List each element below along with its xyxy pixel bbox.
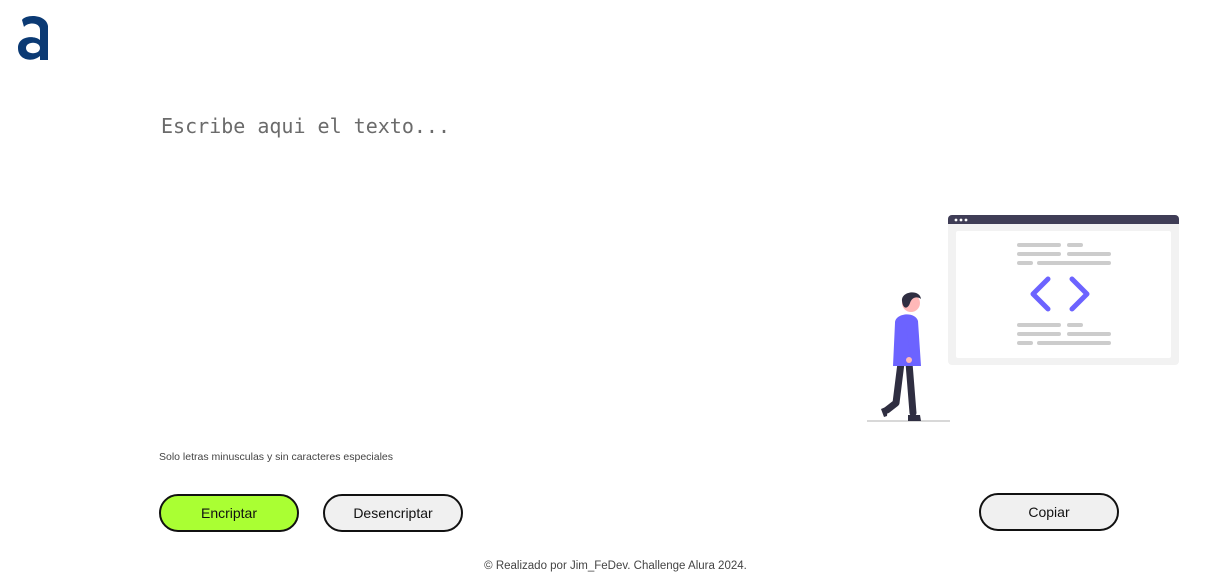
input-hint: Solo letras minusculas y sin caracteres … xyxy=(159,451,394,463)
person-code-illustration xyxy=(867,215,1179,422)
browser-titlebar xyxy=(948,215,1179,224)
copy-button[interactable]: Copiar xyxy=(979,493,1119,531)
app-page: Solo letras minusculas y sin caracteres … xyxy=(0,0,1231,577)
decrypt-button[interactable]: Desencriptar xyxy=(323,494,463,532)
encrypt-button[interactable]: Encriptar xyxy=(159,494,299,532)
walking-person xyxy=(881,292,921,421)
browser-content xyxy=(956,231,1171,358)
alura-logo-icon xyxy=(18,16,48,60)
text-input[interactable] xyxy=(157,108,847,428)
footer-credit: © Realizado por Jim_FeDev. Challenge Alu… xyxy=(484,560,747,572)
